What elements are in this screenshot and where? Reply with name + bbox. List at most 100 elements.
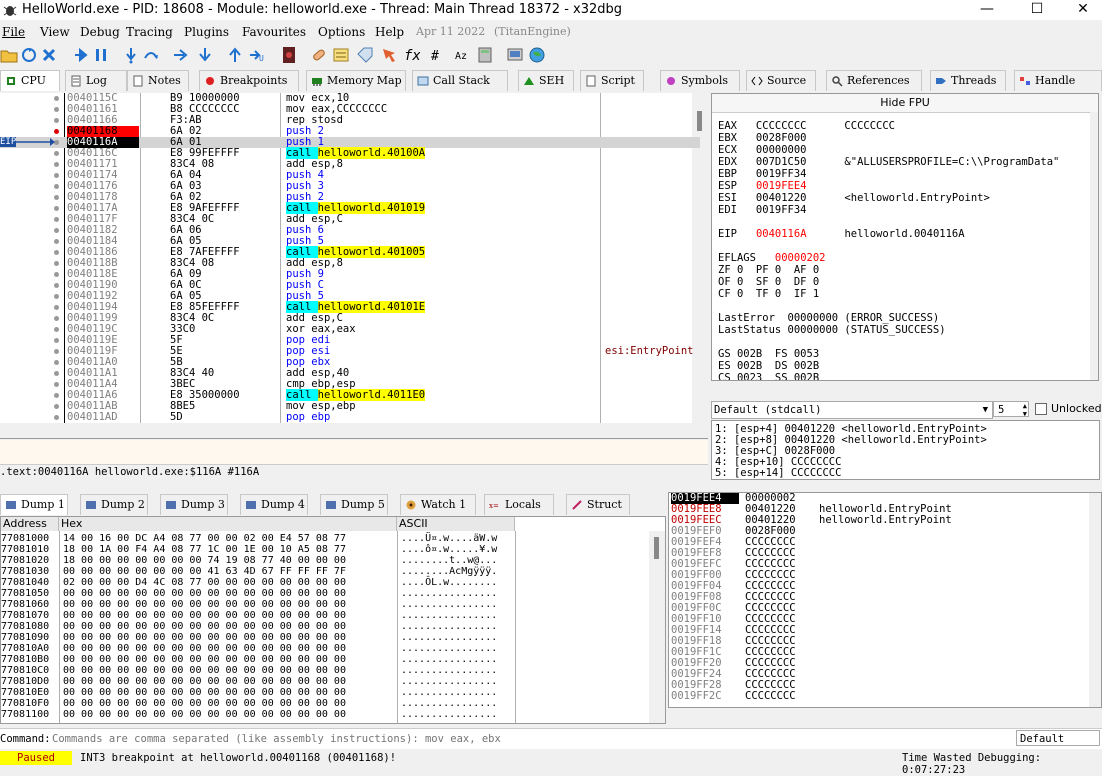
tab-cpu[interactable]: CPU [0, 70, 60, 91]
dump-address[interactable]: 77081050 [1, 588, 49, 599]
register-line[interactable]: EBP 0019FF34 [718, 168, 807, 180]
tab-log[interactable]: Log [65, 70, 127, 91]
dump-hex[interactable]: 00 00 00 00 00 00 00 00 00 00 00 00 00 0… [63, 665, 346, 676]
dump-address[interactable]: 77081010 [1, 544, 49, 555]
breakpoint-dot-icon[interactable] [54, 173, 59, 178]
tab-dump-3[interactable]: Dump 3 [160, 494, 228, 515]
maximize-button[interactable]: ☐ [1014, 0, 1060, 20]
close-debuggee-icon[interactable] [40, 46, 58, 64]
labels-icon[interactable] [356, 46, 374, 64]
stack-row[interactable]: 0019FF2C CCCCCCCC [669, 691, 1101, 702]
run-icon[interactable] [72, 46, 90, 64]
stack-row[interactable]: 0019FF24 CCCCCCCC [669, 669, 1101, 680]
dump-hex[interactable]: 00 00 00 00 00 00 00 00 00 00 00 00 00 0… [63, 621, 346, 632]
dump-ascii[interactable]: ....ÔL.w........ [401, 577, 497, 588]
hash-icon[interactable]: # [430, 46, 448, 64]
breakpoint-dot-icon[interactable] [54, 404, 59, 409]
tab-dump-5[interactable]: Dump 5 [320, 494, 388, 515]
tab-dump-4[interactable]: Dump 4 [240, 494, 308, 515]
breakpoint-dot-icon[interactable] [54, 217, 59, 222]
register-line[interactable]: ESI 00401220 <helloworld.EntryPoint> [718, 192, 990, 204]
register-line[interactable]: LastStatus 00000000 (STATUS_SUCCESS) [718, 324, 946, 336]
breakpoint-dot-icon[interactable] [54, 261, 59, 266]
execute-till-return-icon[interactable] [226, 46, 244, 64]
tab-notes[interactable]: Notes [127, 70, 189, 91]
stack-row[interactable]: 0019FEEC 00401220 helloworld.EntryPoint [669, 515, 1101, 526]
breakpoint-dot-icon[interactable] [54, 349, 59, 354]
run-to-user-code-icon[interactable]: U [248, 46, 266, 64]
breakpoint-dot-icon[interactable] [54, 228, 59, 233]
breakpoint-dot-icon[interactable] [54, 151, 59, 156]
dump-ascii[interactable]: ....Ü¤.w....äW.w [401, 533, 497, 544]
dump-ascii[interactable]: ................ [401, 643, 497, 654]
register-line[interactable]: GS 002B FS 0053 [718, 348, 819, 360]
breakpoint-dot-icon[interactable] [54, 305, 59, 310]
menu-help[interactable]: Help [375, 25, 404, 39]
dump-address[interactable]: 77081090 [1, 632, 49, 643]
dump-address[interactable]: 770810D0 [1, 676, 49, 687]
tab-seh[interactable]: SEH [518, 70, 574, 91]
stack-row[interactable]: 0019FF10 CCCCCCCC [669, 614, 1101, 625]
tab-dump-2[interactable]: Dump 2 [80, 494, 148, 515]
breakpoint-dot-icon[interactable] [54, 96, 59, 101]
dump-ascii[interactable]: ................ [401, 599, 497, 610]
register-line[interactable]: EIP 0040116A helloworld.0040116A [718, 228, 965, 240]
open-folder-icon[interactable] [0, 46, 18, 64]
breakpoint-dot-icon[interactable] [54, 250, 59, 255]
dump-ascii[interactable]: ........t..w@... [401, 555, 497, 566]
stack-row[interactable]: 0019FF14 CCCCCCCC [669, 625, 1101, 636]
calculator-icon[interactable] [476, 46, 494, 64]
dump-hex[interactable]: 00 00 00 00 00 00 00 00 00 00 00 00 00 0… [63, 643, 346, 654]
register-line[interactable]: LastError 00000000 (ERROR_SUCCESS) [718, 312, 939, 324]
stack-row[interactable]: 0019FF04 CCCCCCCC [669, 581, 1101, 592]
dump-hex[interactable]: 00 00 00 00 00 00 00 00 00 00 00 00 00 0… [63, 709, 346, 720]
globe-icon[interactable] [528, 46, 546, 64]
menu-favourites[interactable]: Favourites [242, 25, 306, 39]
dump-ascii[interactable]: ................ [401, 687, 497, 698]
stack-view[interactable]: 0019FEE4 00000002 0019FEE8 00401220 hellowor… [668, 492, 1102, 708]
dump-address[interactable]: 77081030 [1, 566, 49, 577]
close-button[interactable]: ✕ [1060, 0, 1102, 20]
register-line[interactable]: OF 0 SF 0 DF 0 [718, 276, 819, 288]
stack-row[interactable]: 0019FF20 CCCCCCCC [669, 658, 1101, 669]
pause-icon[interactable] [92, 46, 110, 64]
callconv-select[interactable]: Default (stdcall) ▼ [711, 401, 993, 419]
dump-hex[interactable]: 00 00 00 00 00 00 00 00 41 63 4D 67 FF F… [63, 566, 346, 577]
tab-breakpoints[interactable]: Breakpoints [199, 70, 299, 91]
register-line[interactable]: ECX 00000000 [718, 144, 807, 156]
dump-scroll-thumb[interactable] [654, 537, 659, 559]
register-line[interactable]: EBX 0028F000 [718, 132, 807, 144]
menu-view[interactable]: View [40, 25, 70, 39]
dump-hex[interactable]: 00 00 00 00 00 00 00 00 00 00 00 00 00 0… [63, 632, 346, 643]
unlocked-checkbox[interactable] [1035, 403, 1047, 415]
trace-over-icon[interactable] [196, 46, 214, 64]
menu-file[interactable]: File [2, 25, 25, 39]
register-line[interactable]: EFLAGS 00000202 [718, 252, 825, 264]
breakpoint-dot-icon[interactable] [54, 415, 59, 420]
breakpoint-dot-icon[interactable] [54, 162, 59, 167]
dump-address[interactable]: 770810E0 [1, 687, 49, 698]
breakpoint-dot-icon[interactable] [54, 327, 59, 332]
dump-ascii[interactable]: ................ [401, 632, 497, 643]
stack-row[interactable]: 0019FF08 CCCCCCCC [669, 592, 1101, 603]
breakpoint-dot-icon[interactable] [54, 184, 59, 189]
dump-address[interactable]: 770810F0 [1, 698, 49, 709]
dump-hex[interactable]: 02 00 00 00 D4 4C 08 77 00 00 00 00 00 0… [63, 577, 346, 588]
stack-row[interactable]: 0019FF1C CCCCCCCC [669, 647, 1101, 658]
breakpoint-dot-icon[interactable] [54, 338, 59, 343]
register-line[interactable]: ZF 0 PF 0 AF 0 [718, 264, 819, 276]
breakpoint-dot-icon[interactable] [54, 118, 59, 123]
registers-scrollbar[interactable] [1090, 112, 1098, 380]
step-over-icon[interactable] [142, 46, 160, 64]
breakpoint-dot-icon[interactable] [54, 393, 59, 398]
arg-count-stepper[interactable]: 5 ▲ ▼ [993, 401, 1029, 418]
dump-hex[interactable]: 00 00 00 00 00 00 00 00 00 00 00 00 00 0… [63, 588, 346, 599]
breakpoint-dot-icon[interactable] [54, 283, 59, 288]
dump-ascii[interactable]: ................ [401, 665, 497, 676]
stack-row[interactable]: 0019FEF4 CCCCCCCC [669, 537, 1101, 548]
hide-fpu-button[interactable]: Hide FPU [712, 94, 1098, 113]
stack-row[interactable]: 0019FF0C CCCCCCCC [669, 603, 1101, 614]
dump-ascii[interactable]: ................ [401, 621, 497, 632]
breakpoint-dot-icon[interactable] [54, 107, 59, 112]
register-line[interactable]: EAX CCCCCCCC CCCCCCCC [718, 120, 895, 132]
